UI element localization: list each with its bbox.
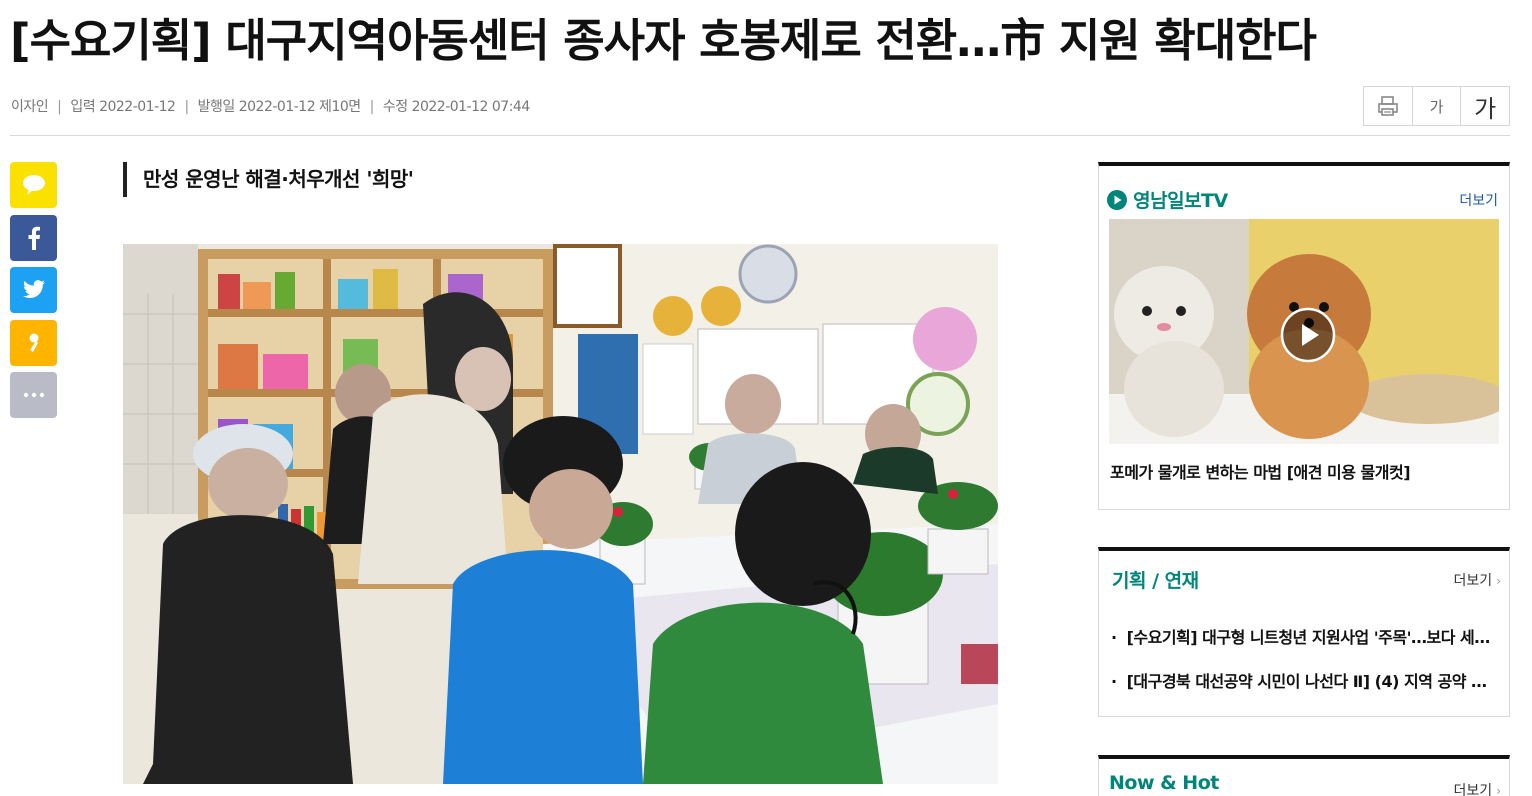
series-more-label: 더보기	[1453, 573, 1493, 589]
header-divider	[10, 135, 1510, 136]
speech-bubble-icon	[22, 175, 45, 195]
tv-video-thumbnail[interactable]	[1109, 219, 1499, 444]
more-dots-icon	[23, 392, 44, 398]
article-photo	[123, 244, 998, 784]
share-more-button[interactable]	[10, 372, 57, 418]
print-button[interactable]	[1364, 87, 1413, 125]
printer-icon	[1378, 96, 1398, 116]
article-headline: [수요기획] 대구지역아동센터 종사자 호봉제로 전환…市 지원 확대한다	[10, 14, 1317, 67]
modified-date: 수정 2022-01-12 07:44	[382, 99, 530, 115]
series-list-item-text: [대구경북 대선공약 시민이 나선다 Ⅱ] (4) 지역 공약 점검	[1126, 672, 1496, 691]
kakaostory-icon	[29, 333, 38, 352]
tv-widget-title: 영남일보TV	[1107, 186, 1228, 213]
now-hot-widget: Now & Hot 더보기 ›	[1098, 755, 1510, 796]
published-date: 발행일 2022-01-12 제10면	[197, 99, 361, 115]
font-increase-button[interactable]: 가	[1461, 87, 1509, 125]
share-twitter-button[interactable]	[10, 267, 57, 313]
share-kakaotalk-button[interactable]	[10, 162, 57, 208]
input-date: 입력 2022-01-12	[70, 99, 176, 115]
now-hot-widget-title: Now & Hot	[1109, 772, 1219, 794]
meta-separator: |	[57, 99, 62, 115]
font-decrease-button[interactable]: 가	[1413, 87, 1462, 125]
tv-video-title[interactable]: 포메가 물개로 변하는 마법 [애견 미용 물개컷]	[1110, 459, 1411, 483]
twitter-bird-icon	[22, 280, 45, 299]
meta-separator: |	[184, 99, 189, 115]
chevron-right-icon: ›	[1496, 784, 1501, 796]
now-hot-more-label: 더보기	[1453, 783, 1493, 796]
bullet-icon: ·	[1111, 672, 1117, 691]
bullet-icon: ·	[1111, 628, 1117, 647]
chevron-right-icon: ›	[1496, 574, 1501, 588]
series-list-item[interactable]: · [대구경북 대선공약 시민이 나선다 Ⅱ] (4) 지역 공약 점검	[1111, 668, 1496, 692]
tv-widget-title-text: 영남일보TV	[1133, 190, 1228, 212]
facebook-icon	[28, 226, 40, 250]
play-circle-icon	[1107, 190, 1127, 210]
share-kakaostory-button[interactable]	[10, 320, 57, 366]
series-more-link[interactable]: 더보기 ›	[1454, 570, 1501, 590]
now-hot-more-link[interactable]: 더보기 ›	[1454, 780, 1501, 796]
tv-more-link[interactable]: 더보기	[1459, 190, 1498, 210]
share-facebook-button[interactable]	[10, 215, 57, 261]
author-name: 이자인	[11, 99, 49, 115]
series-list-item-text: [수요기획] 대구형 니트청년 지원사업 '주목'…보다 세심한 지원을	[1126, 628, 1496, 647]
article-meta: 이자인 | 입력 2022-01-12 | 발행일 2022-01-12 제10면 | 수정…	[11, 96, 530, 116]
article-subheadline: 만성 운영난 해결·처우개선 '희망'	[123, 162, 414, 197]
article-tools: 가 가	[1363, 86, 1510, 126]
video-play-icon	[1280, 307, 1336, 363]
tv-widget: 영남일보TV 더보기 포메가 물개로 변하는 마법 [애견 미용 물개컷]	[1098, 162, 1510, 510]
meta-separator: |	[369, 99, 375, 115]
series-widget-title: 기획 / 연재	[1112, 570, 1199, 592]
series-widget: 기획 / 연재 더보기 › · [수요기획] 대구형 니트청년 지원사업 '주목'……	[1098, 547, 1510, 717]
series-list-item[interactable]: · [수요기획] 대구형 니트청년 지원사업 '주목'…보다 세심한 지원을	[1111, 624, 1496, 648]
